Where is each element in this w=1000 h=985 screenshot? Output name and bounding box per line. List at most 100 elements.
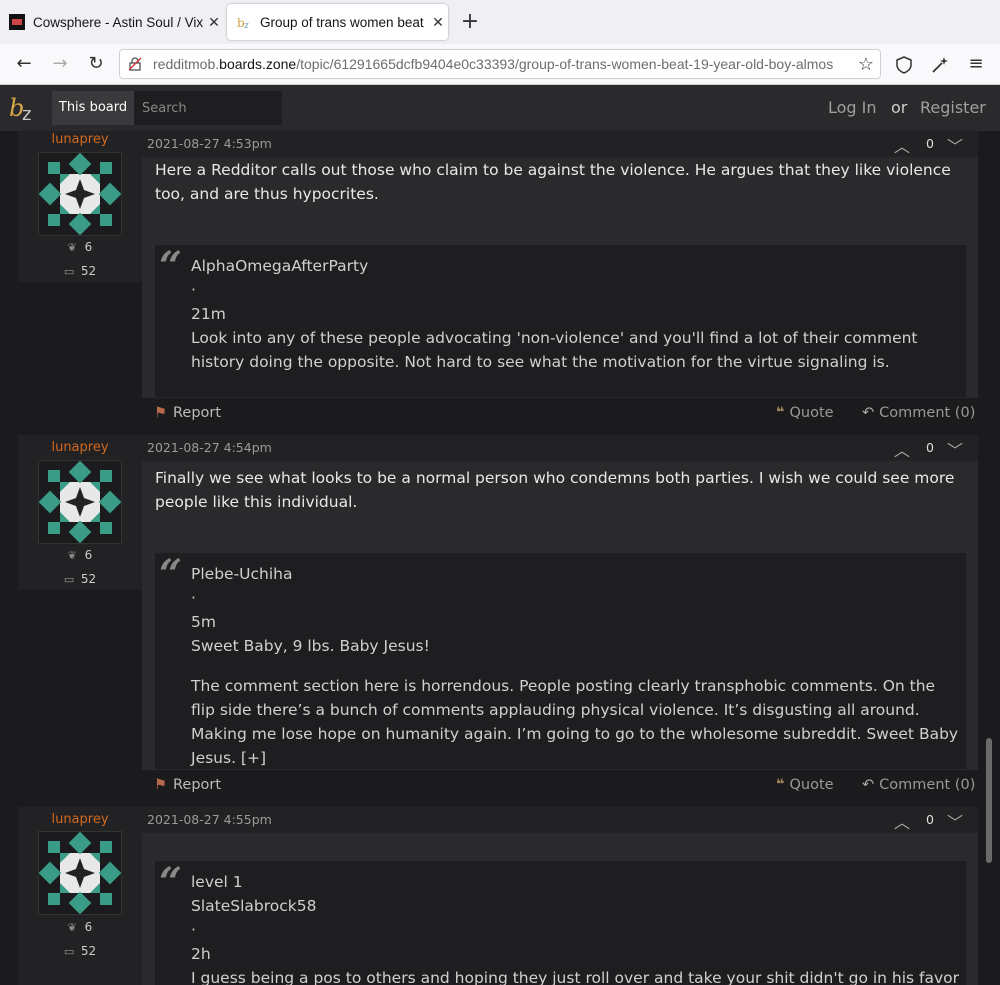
post-header: 2021-08-27 4:53pm ︿ 0 ﹀ [142, 131, 978, 157]
new-tab-plus-icon[interactable]: + [458, 8, 482, 36]
back-arrow-icon[interactable]: ← [12, 52, 36, 76]
identicon-avatar-icon [38, 831, 122, 915]
downvote-chevron-down-icon[interactable]: ﹀ [947, 133, 963, 157]
username-link[interactable]: lunaprey [18, 132, 142, 147]
forward-arrow-icon[interactable]: → [48, 52, 72, 76]
post-header: 2021-08-27 4:55pm ︿ 0 ﹀ [142, 807, 978, 833]
quote-time: 5m [191, 613, 216, 631]
comment-label: Comment (0) [879, 405, 976, 421]
boards-zone-logo-icon[interactable]: b z [8, 92, 40, 124]
post-footer: ⚑ Report ❝ Quote ↶ Comment (0) [142, 770, 978, 804]
this-board-button[interactable]: This board [52, 91, 134, 125]
username-link[interactable]: lunaprey [18, 812, 142, 827]
close-tab-icon[interactable]: ✕ [428, 14, 448, 31]
flag-icon: ⚑ [154, 405, 167, 421]
quote-level: level 1 [191, 873, 243, 891]
flag-icon: ⚑ [154, 777, 167, 793]
boards-zone-favicon-icon: bz [237, 16, 249, 30]
quote-separator: · [191, 921, 196, 939]
vote-count: 0 [926, 812, 934, 827]
close-tab-icon[interactable]: ✕ [204, 14, 224, 31]
comment-stat: ▭ 52 [18, 944, 142, 958]
bookmark-star-icon[interactable]: ☆ [858, 50, 874, 78]
url-host: boards.zone [219, 56, 297, 72]
seed-count: 6 [84, 920, 93, 934]
browser-nav-bar: ← → ↻ redditmob.boards.zone/topic/612916… [0, 44, 1000, 85]
quote-button[interactable]: ❝ Quote [776, 405, 834, 421]
quote-author: AlphaOmegaAfterParty [191, 257, 369, 275]
quote-mark-icon: “ [159, 243, 183, 290]
vote-count: 0 [926, 136, 934, 151]
scrollbar-thumb[interactable] [986, 738, 992, 863]
browser-tab-bar: Cowsphere - Astin Soul / Vix ✕ bz Group … [0, 0, 1000, 44]
register-link[interactable]: Register [920, 98, 986, 117]
svg-text:z: z [22, 104, 31, 124]
seed-count: 6 [84, 548, 93, 562]
report-label: Report [173, 777, 222, 793]
report-button[interactable]: ⚑ Report [154, 777, 221, 793]
upvote-chevron-up-icon[interactable]: ︿ [894, 809, 910, 833]
shield-icon[interactable] [895, 56, 913, 74]
vote-count: 0 [926, 440, 934, 455]
post-text: Here a Redditor calls out those who clai… [155, 161, 951, 203]
comment-label: Comment (0) [879, 777, 976, 793]
cowsphere-favicon-icon [9, 14, 25, 30]
or-text: or [891, 98, 908, 117]
post-date: 2021-08-27 4:54pm [147, 440, 272, 455]
seed-stat: ❦ 6 [18, 548, 142, 562]
upvote-chevron-up-icon[interactable]: ︿ [894, 133, 910, 157]
tab-title: Cowsphere - Astin Soul / Vix [33, 14, 204, 30]
quote-block: “ Plebe-Uchiha · 5m Sweet Baby, 9 lbs. B… [155, 553, 966, 769]
comment-count: 52 [80, 264, 97, 278]
reply-arrow-icon: ↶ [862, 405, 875, 421]
quote-label: Quote [789, 405, 834, 421]
quote-button[interactable]: ❝ Quote [776, 777, 834, 793]
report-button[interactable]: ⚑ Report [154, 405, 221, 421]
quote-label: Quote [789, 777, 834, 793]
avatar[interactable] [38, 152, 122, 236]
downvote-chevron-down-icon[interactable]: ﹀ [947, 437, 963, 461]
tab-active-topic[interactable]: bz Group of trans women beat 1 ✕ [227, 4, 448, 40]
quote-mark-icon: “ [159, 861, 183, 906]
reply-arrow-icon: ↶ [862, 777, 875, 793]
username-link[interactable]: lunaprey [18, 440, 142, 455]
quote-author: SlateSlabrock58 [191, 897, 317, 915]
post-date: 2021-08-27 4:53pm [147, 136, 272, 151]
comment-bubble-icon: ▭ [63, 945, 75, 958]
quote-author: Plebe-Uchiha [191, 565, 293, 583]
url-prefix: redditmob. [153, 56, 220, 72]
url-path: /topic/61291665dcfb9404e0c33393/group-of… [296, 56, 834, 72]
quote-text: I guess being a pos to others and hoping… [191, 969, 960, 985]
login-link[interactable]: Log In [828, 98, 877, 117]
upvote-chevron-up-icon[interactable]: ︿ [894, 437, 910, 461]
search-input[interactable] [134, 91, 282, 125]
quote-block: “ level 1 SlateSlabrock58 · 2h I guess b… [155, 861, 966, 985]
quote-text: Look into any of these people advocating… [191, 329, 918, 371]
seed-stat: ❦ 6 [18, 240, 142, 254]
comment-button[interactable]: ↶ Comment (0) [862, 405, 975, 421]
seed-count: 6 [84, 240, 93, 254]
hamburger-menu-icon[interactable]: ≡ [964, 52, 988, 76]
comment-count: 52 [80, 944, 97, 958]
comment-bubble-icon: ▭ [63, 573, 75, 586]
comment-stat: ▭ 52 [18, 264, 142, 278]
quote-icon: ❝ [776, 777, 785, 793]
comment-button[interactable]: ↶ Comment (0) [862, 777, 975, 793]
avatar[interactable] [38, 460, 122, 544]
quote-separator: · [191, 589, 196, 607]
comment-count: 52 [80, 572, 97, 586]
quote-time: 2h [191, 945, 211, 963]
avatar[interactable] [38, 831, 122, 915]
quote-time: 21m [191, 305, 226, 323]
reload-icon[interactable]: ↻ [84, 52, 108, 76]
downvote-chevron-down-icon[interactable]: ﹀ [947, 809, 963, 833]
extensions-sparkle-icon[interactable] [930, 55, 950, 75]
post-text: Finally we see what looks to be a normal… [155, 469, 955, 511]
comment-stat: ▭ 52 [18, 572, 142, 586]
sprout-icon: ❦ [67, 921, 77, 934]
identicon-avatar-icon [38, 152, 122, 236]
url-bar[interactable]: redditmob.boards.zone/topic/61291665dcfb… [119, 49, 881, 79]
seed-stat: ❦ 6 [18, 920, 142, 934]
quote-flair: Sweet Baby, 9 lbs. Baby Jesus! [191, 637, 430, 655]
tab-cowsphere[interactable]: Cowsphere - Astin Soul / Vix ✕ [0, 4, 224, 40]
